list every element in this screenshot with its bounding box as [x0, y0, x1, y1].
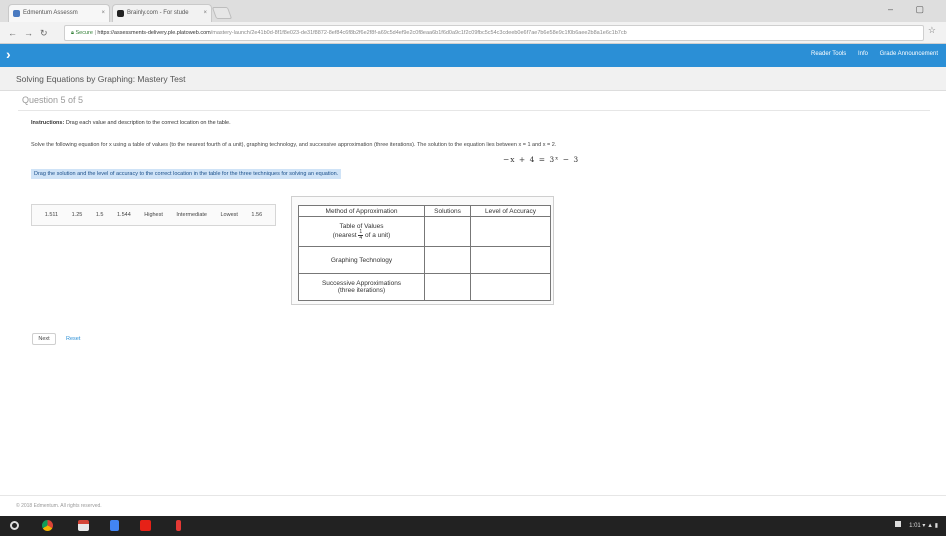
browser-tab-brainly[interactable]: Brainly.com - For stude ×	[112, 4, 212, 22]
drag-tile[interactable]: 1.544	[117, 212, 131, 218]
docs-icon[interactable]	[110, 520, 119, 531]
instructions-label: Instructions:	[31, 120, 65, 126]
chrome-icon[interactable]	[42, 520, 53, 531]
column-header: Method of Approximation	[298, 205, 425, 217]
bookmark-star-icon[interactable]: ☆	[928, 25, 936, 36]
close-tab-icon[interactable]: ×	[203, 5, 207, 22]
app-icon[interactable]	[176, 520, 181, 531]
drag-tile[interactable]: Lowest	[220, 212, 237, 218]
url-host: https://assessments-delivery.ple.platowe…	[97, 30, 211, 36]
youtube-icon[interactable]	[140, 520, 151, 531]
toolbar-links: Reader Tools Info Grade Announcement	[801, 51, 938, 57]
page-title: Solving Equations by Graphing: Mastery T…	[0, 67, 946, 91]
accuracy-drop-target[interactable]	[470, 273, 551, 301]
drag-tile[interactable]: 1.511	[45, 212, 58, 218]
drag-tile[interactable]: Intermediate	[176, 212, 207, 218]
table-row: Graphing Technology	[298, 246, 551, 274]
question-prompt: Solve the following equation for x using…	[31, 142, 557, 148]
answer-table-container: Method of Approximation Solutions Level …	[291, 196, 554, 305]
method-cell: Successive Approximations (three iterati…	[298, 273, 425, 301]
forward-arrow-icon[interactable]: →	[24, 25, 33, 41]
method-sublabel: (nearest 14 of a unit)	[332, 228, 391, 241]
launcher-icon[interactable]	[10, 521, 19, 530]
solution-drop-target[interactable]	[424, 216, 471, 247]
secure-label: Secure	[75, 30, 93, 36]
os-taskbar: 1:01 ▾ ▲ ▮	[0, 516, 946, 536]
method-label: Successive Approximations	[321, 280, 402, 287]
reload-icon[interactable]: ↻	[40, 25, 48, 41]
solution-drop-target[interactable]	[424, 246, 471, 274]
tray-time: 1:01 ▾ ▲ ▮	[909, 523, 938, 529]
equation: −x + 4 = 3ˣ − 3	[503, 155, 580, 164]
method-cell: Graphing Technology	[298, 246, 425, 274]
tab-label: Edmentum Assessm	[23, 10, 78, 16]
tray-square-icon	[895, 521, 902, 527]
table-row: Successive Approximations (three iterati…	[298, 273, 551, 301]
browser-tab-strip: Edmentum Assessm × Brainly.com - For stu…	[0, 0, 946, 22]
drag-instruction: Drag the solution and the level of accur…	[31, 169, 342, 179]
accuracy-drop-target[interactable]	[470, 216, 551, 247]
expand-chevron-icon[interactable]: ›	[6, 46, 11, 62]
column-header: Solutions	[424, 205, 471, 217]
drag-tile[interactable]: 1.25	[72, 212, 83, 218]
reader-tools-link[interactable]: Reader Tools	[811, 51, 846, 57]
question-number: Question 5 of 5	[22, 95, 84, 105]
instructions-text: Drag each value and description to the c…	[65, 120, 231, 126]
window-controls[interactable]: – ▢	[888, 4, 934, 15]
tab-label: Brainly.com - For stude	[127, 10, 189, 16]
grade-announcement-link[interactable]: Grade Announcement	[880, 51, 938, 57]
accuracy-drop-target[interactable]	[470, 246, 551, 274]
app-toolbar: › Reader Tools Info Grade Announcement	[0, 44, 946, 67]
close-tab-icon[interactable]: ×	[101, 5, 105, 22]
one-fourth-fraction: 14	[358, 228, 364, 241]
edmentum-favicon-icon	[13, 10, 20, 17]
table-row: Table of Values (nearest 14 of a unit)	[298, 216, 551, 247]
solution-drop-target[interactable]	[424, 273, 471, 301]
url-input[interactable]: 🔒︎ Secure | https://assessments-delivery…	[64, 25, 924, 41]
footer-divider	[0, 495, 946, 496]
answer-table: Method of Approximation Solutions Level …	[298, 205, 551, 301]
url-path: /mastery-launch/2e41b0d-8f1f8e023-de31f8…	[210, 30, 627, 36]
divider	[18, 110, 930, 111]
address-bar-row: ← → ↻ 🔒︎ Secure | https://assessments-de…	[0, 22, 946, 44]
back-arrow-icon[interactable]: ←	[8, 25, 17, 41]
tile-bank: 1.511 1.25 1.5 1.544 Highest Intermediat…	[31, 204, 276, 226]
drag-tile[interactable]: Highest	[144, 212, 163, 218]
gmail-icon[interactable]	[78, 520, 89, 531]
instructions: Instructions: Drag each value and descri…	[31, 120, 231, 126]
new-tab-button[interactable]	[211, 7, 233, 19]
browser-tab-edmentum[interactable]: Edmentum Assessm ×	[8, 4, 110, 22]
brainly-favicon-icon	[117, 10, 124, 17]
column-header: Level of Accuracy	[470, 205, 551, 217]
info-link[interactable]: Info	[858, 51, 868, 57]
system-tray[interactable]: 1:01 ▾ ▲ ▮	[895, 521, 938, 529]
next-button[interactable]: Next	[32, 333, 56, 345]
drag-tile[interactable]: 1.5	[96, 212, 104, 218]
reset-button[interactable]: Reset	[66, 334, 80, 344]
footer-copyright: © 2018 Edmentum. All rights reserved.	[16, 503, 102, 509]
method-sublabel: (three iterations)	[337, 287, 386, 294]
method-cell: Table of Values (nearest 14 of a unit)	[298, 216, 425, 247]
drag-tile[interactable]: 1.56	[251, 212, 262, 218]
